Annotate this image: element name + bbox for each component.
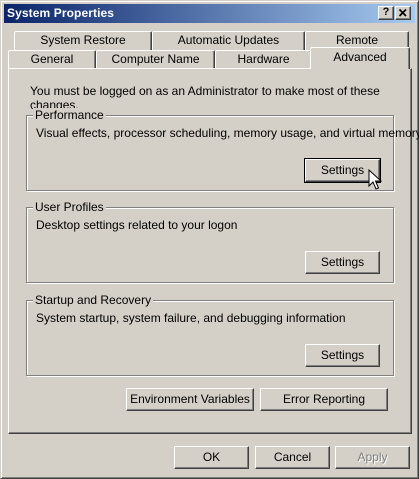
close-icon	[398, 8, 407, 17]
environment-variables-button[interactable]: Environment Variables	[126, 388, 254, 411]
error-reporting-button[interactable]: Error Reporting	[260, 388, 388, 411]
performance-group: Performance Visual effects, processor sc…	[26, 108, 419, 191]
startup-recovery-title: Startup and Recovery	[33, 293, 154, 307]
advanced-tab-panel: You must be logged on as an Administrato…	[8, 68, 419, 434]
user-profiles-settings-button[interactable]: Settings	[305, 251, 380, 274]
tab-general[interactable]: General	[8, 50, 96, 69]
mouse-pointer-icon	[368, 169, 382, 190]
ok-button[interactable]: OK	[174, 446, 249, 469]
system-properties-window: System Properties ? System Restore Autom…	[0, 0, 419, 479]
help-button[interactable]: ?	[378, 6, 394, 20]
apply-button[interactable]: Apply	[335, 446, 410, 469]
window-title: System Properties	[7, 6, 115, 20]
performance-title: Performance	[33, 108, 106, 122]
user-profiles-description: Desktop settings related to your logon	[36, 218, 238, 232]
startup-recovery-settings-button[interactable]: Settings	[305, 344, 380, 367]
performance-description: Visual effects, processor scheduling, me…	[36, 126, 419, 140]
tab-advanced[interactable]: Advanced	[310, 47, 410, 69]
title-bar[interactable]: System Properties ?	[4, 4, 415, 23]
tab-hardware[interactable]: Hardware	[215, 50, 312, 69]
startup-recovery-description: System startup, system failure, and debu…	[36, 311, 346, 325]
close-button[interactable]	[395, 6, 411, 20]
startup-recovery-group: Startup and Recovery System startup, sys…	[26, 293, 394, 376]
tab-system-restore[interactable]: System Restore	[14, 31, 152, 50]
user-profiles-title: User Profiles	[33, 200, 106, 214]
tab-automatic-updates[interactable]: Automatic Updates	[152, 31, 305, 50]
tab-computer-name[interactable]: Computer Name	[96, 50, 215, 69]
cancel-button[interactable]: Cancel	[255, 446, 330, 469]
user-profiles-group: User Profiles Desktop settings related t…	[26, 200, 394, 283]
